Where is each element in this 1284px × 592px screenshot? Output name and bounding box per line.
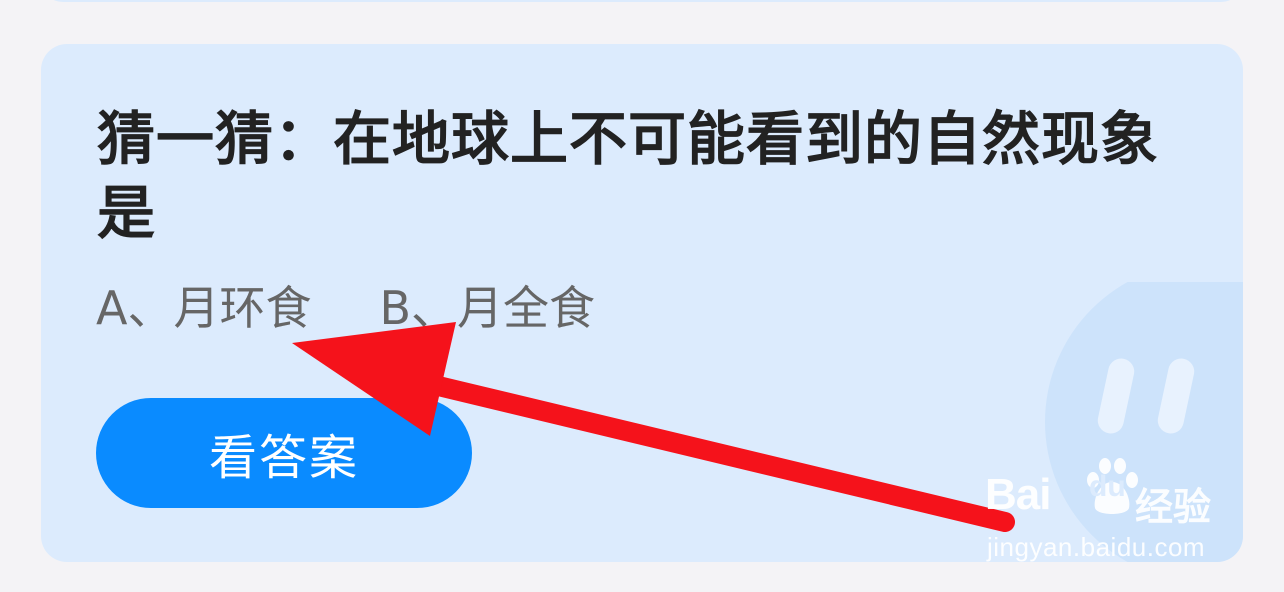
answer-options: A、月环食 B、月全食	[96, 280, 595, 336]
watermark-paw-text: du	[1089, 470, 1126, 503]
watermark-product: 经验	[1135, 485, 1212, 529]
watermark-logo-text: Bai	[985, 470, 1051, 519]
view-answer-button[interactable]: 看答案	[96, 398, 472, 508]
watermark-url: jingyan.baidu.com	[987, 532, 1206, 562]
option-a: A、月环食	[96, 281, 312, 335]
baidu-jingyan-watermark: Bai du 经验 jingyan.baidu.com	[985, 458, 1225, 570]
previous-card-edge	[41, 0, 1243, 2]
question-title: 猜一猜：在地球上不可能看到的自然现象是	[97, 105, 1160, 247]
option-b: B、月全食	[379, 281, 596, 335]
